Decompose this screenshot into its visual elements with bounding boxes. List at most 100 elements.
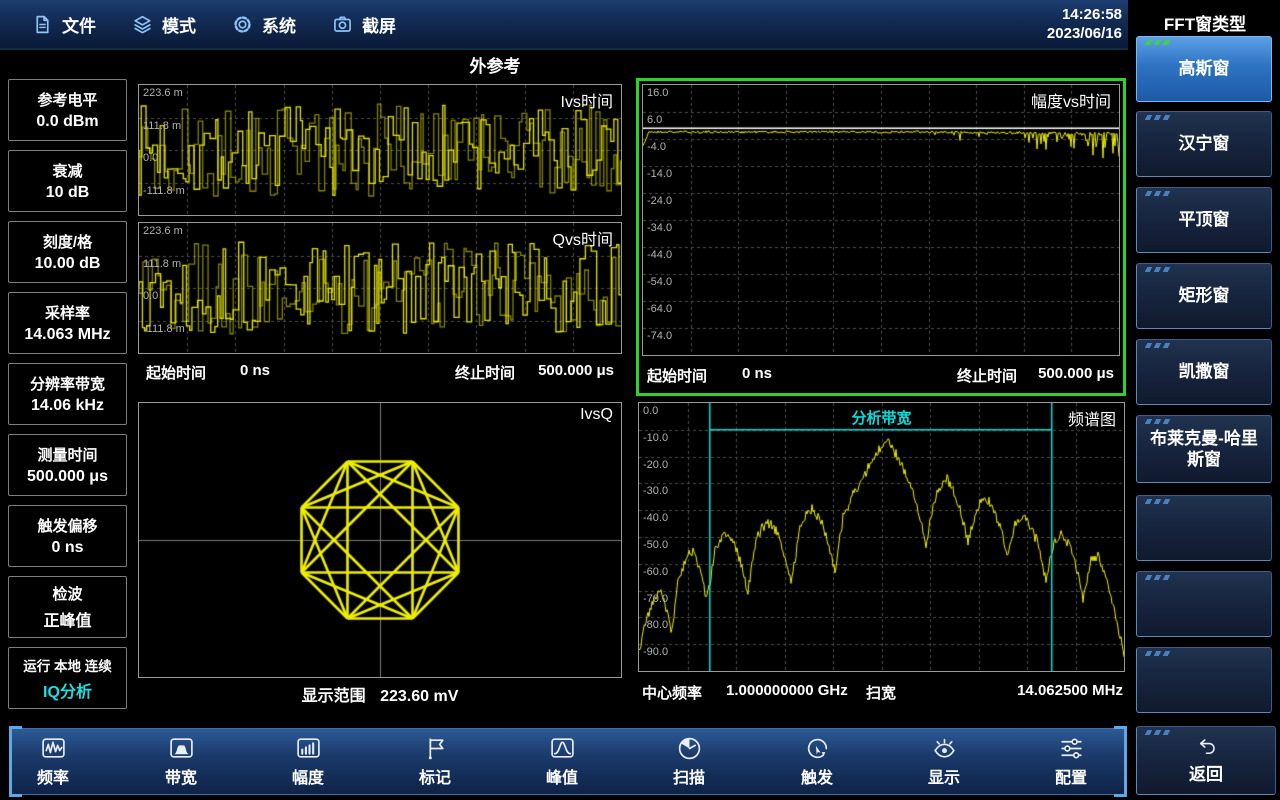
fft-window-blackman-harris[interactable]: 布莱克曼-哈里斯窗 [1136,415,1272,483]
config-icon [1058,735,1085,762]
button-indicator [1145,115,1174,120]
fft-window-gaussian[interactable]: 高斯窗 [1136,36,1272,102]
spectrum-chart: 0.0-10.0-20.0-30.0-40.0-50.0-60.0-70.0-8… [638,402,1125,672]
param-value: 正峰值 [43,607,91,631]
button-indicator [1145,575,1174,580]
param-trigger-offset[interactable]: 触发偏移 0 ns [8,505,127,567]
param-label: 分辨率带宽 [30,373,105,394]
toolbar-config[interactable]: 配置 [1021,735,1121,788]
frequency-icon [40,735,67,762]
toolbar-item-label: 峰值 [546,764,578,788]
toolbar-item-label: 配置 [1055,764,1087,788]
i-vs-q-plot [139,403,621,677]
button-indicator [1145,651,1174,656]
back-button[interactable]: 返回 [1136,726,1276,795]
fft-window-rectangular[interactable]: 矩形窗 [1136,263,1272,329]
toolbar-display[interactable]: 显示 [894,735,994,788]
param-detector[interactable]: 检波 正峰值 [8,576,127,638]
chart-title: IvsQ [580,406,613,424]
back-icon [1195,736,1218,759]
toolbar-item-label: 扫描 [673,764,705,788]
param-value: 500.000 μs [27,468,108,486]
param-value: 10 dB [46,184,90,202]
chart-title: Ivs时间 [561,88,613,112]
fft-window-flattop[interactable]: 平顶窗 [1136,187,1272,253]
top-menu-bar: 文件 模式 系统 截屏 14:26:58 2023/06/16 [0,0,1128,50]
end-time-label: 终止时间 [957,365,1017,386]
button-indicator [1145,419,1174,424]
analysis-bandwidth-label: 分析带宽 [639,407,1124,428]
time-value: 14:26:58 [1047,5,1122,24]
active-chart-highlight: 16.06.0-4.0-14.0-24.0-34.0-44.0-54.0-64.… [636,78,1126,396]
menu-mode[interactable]: 模式 [132,12,196,37]
button-indicator [1145,191,1174,196]
toolbar-trigger[interactable]: 触发 [767,735,867,788]
menu-label: 模式 [162,12,196,37]
toolbar-amplitude[interactable]: 幅度 [258,735,358,788]
param-value: 0 ns [51,539,83,557]
fft-window-hanning[interactable]: 汉宁窗 [1136,111,1272,177]
param-meas-time[interactable]: 测量时间 500.000 μs [8,434,127,496]
fft-window-panel-title: FFT窗类型 [1130,10,1280,35]
display-range-value: 223.60 mV [375,688,463,705]
marker-icon [422,735,449,762]
fft-window-empty-2[interactable] [1136,571,1272,637]
button-indicator [1145,343,1174,348]
param-label: 采样率 [45,302,90,323]
toolbar-item-label: 频率 [37,764,69,788]
i-vs-time-plot [139,85,621,215]
fft-window-empty-1[interactable] [1136,495,1272,561]
toolbar-sweep[interactable]: 扫描 [639,735,739,788]
amplitude-vs-time-plot [643,85,1119,355]
bandwidth-icon [168,735,195,762]
q-vs-time-chart: 223.6 m111.8 m0.0-111.8 m Qvs时间 [138,222,622,354]
amplitude-icon [295,735,322,762]
toolbar-marker[interactable]: 标记 [385,735,485,788]
toolbar-item-label: 显示 [928,764,960,788]
toolbar-peak[interactable]: 峰值 [512,735,612,788]
spectrum-footer: 中心频率 1.000000000 GHz 扫宽 14.062500 MHz [638,678,1125,706]
toolbar-frequency[interactable]: 频率 [3,735,103,788]
fft-window-label: 矩形窗 [1169,285,1240,306]
param-value: IQ分析 [43,678,92,702]
i-vs-time-chart: 223.6 m111.8 m0.0-111.8 m Ivs时间 [138,84,622,216]
toolbar-item-label: 标记 [419,764,451,788]
screenshot-icon [332,14,353,35]
param-scale-per-div[interactable]: 刻度/格 10.00 dB [8,221,127,283]
center-freq-value: 1.000000000 GHz [726,682,848,699]
date-value: 2023/06/16 [1047,24,1122,43]
time-axis-footer: 起始时间 0 ns 终止时间 500.000 μs [642,361,1120,389]
fft-window-label: 平顶窗 [1169,209,1240,230]
fft-window-kaiser[interactable]: 凯撒窗 [1136,339,1272,405]
menu-system[interactable]: 系统 [232,12,296,37]
button-indicator [1145,499,1174,504]
param-attenuation[interactable]: 衰减 10 dB [8,150,127,212]
param-value: 0.0 dBm [36,113,98,131]
param-rbw[interactable]: 分辨率带宽 14.06 kHz [8,363,127,425]
fft-window-label: 汉宁窗 [1169,133,1240,154]
start-time-value: 0 ns [742,365,772,382]
param-label: 运行 本地 连续 [23,655,112,675]
spectrum-plot [639,403,1124,671]
start-time-value: 0 ns [240,362,270,379]
q-vs-time-plot [139,223,621,353]
end-time-value: 500.000 μs [1038,365,1114,382]
fft-window-empty-3[interactable] [1136,647,1272,713]
time-axis-footer: 起始时间 0 ns 终止时间 500.000 μs [138,358,622,386]
param-sample-rate[interactable]: 采样率 14.063 MHz [8,292,127,354]
param-label: 检波 [52,583,82,604]
button-indicator [1145,267,1174,272]
menu-screenshot[interactable]: 截屏 [332,12,396,37]
menu-label: 系统 [262,12,296,37]
param-label: 参考电平 [37,89,97,110]
toolbar-bandwidth[interactable]: 带宽 [131,735,231,788]
toolbar-item-label: 幅度 [292,764,324,788]
start-time-label: 起始时间 [146,362,206,383]
param-value: 14.06 kHz [31,397,104,415]
system-icon [232,14,253,35]
menu-file[interactable]: 文件 [32,12,96,37]
param-ref-level[interactable]: 参考电平 0.0 dBm [8,79,127,141]
param-run-status[interactable]: 运行 本地 连续 IQ分析 [8,647,127,709]
end-time-label: 终止时间 [455,362,515,383]
start-time-label: 起始时间 [647,365,707,386]
